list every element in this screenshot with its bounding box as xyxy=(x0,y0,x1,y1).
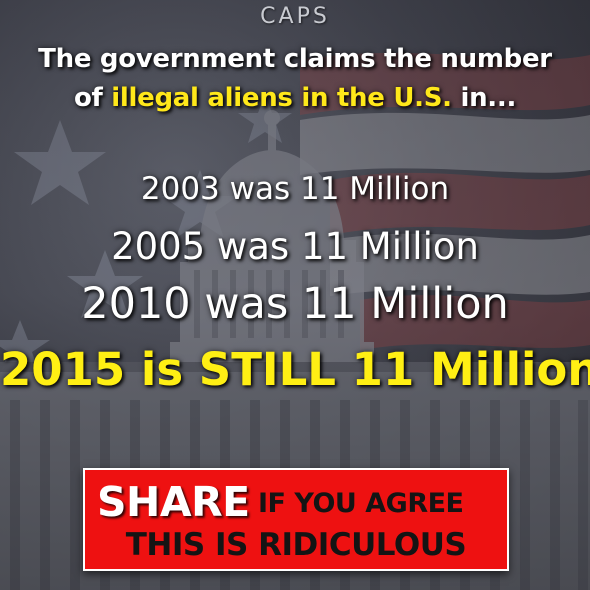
headline-suffix: in... xyxy=(451,83,517,113)
headline-highlight: illegal aliens in the U.S. xyxy=(111,83,452,113)
headline-line-1: The government claims the number xyxy=(38,44,552,74)
claim-2015: 2015 is STILL 11 Million xyxy=(0,343,590,396)
headline-prefix: of xyxy=(73,83,112,113)
share-word: SHARE xyxy=(97,478,250,526)
claim-2005: 2005 was 11 Million xyxy=(111,225,479,268)
meme-canvas: CAPS The government claims the number of… xyxy=(0,0,590,590)
share-line-2: THIS IS RIDICULOUS xyxy=(125,527,467,563)
share-line-1-rest: IF YOU AGREE xyxy=(258,488,464,519)
caps-logo: CAPS xyxy=(260,4,330,29)
claim-2010: 2010 was 11 Million xyxy=(81,279,509,329)
headline-line-2: of illegal aliens in the U.S. in... xyxy=(0,83,590,113)
share-callout: SHARE IF YOU AGREE THIS IS RIDICULOUS xyxy=(83,468,509,571)
claim-2003: 2003 was 11 Million xyxy=(140,171,450,207)
